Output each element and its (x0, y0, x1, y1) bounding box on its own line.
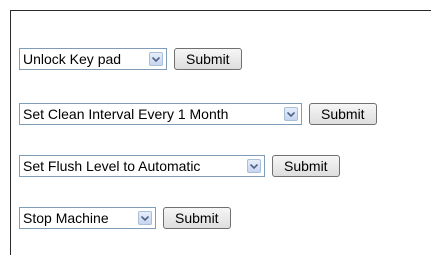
submit-button[interactable]: Submit (309, 103, 377, 125)
command-row-flush-level: Set Flush Level to Automatic Submit (19, 155, 340, 177)
submit-button[interactable]: Submit (174, 48, 242, 70)
chevron-down-icon[interactable] (149, 52, 163, 66)
panel-border-top (10, 10, 431, 11)
flush-level-select-value: Set Flush Level to Automatic (23, 158, 201, 174)
chevron-down-icon[interactable] (247, 159, 261, 173)
command-row-keypad: Unlock Key pad Submit (19, 48, 242, 70)
keypad-select[interactable]: Unlock Key pad (19, 48, 167, 70)
submit-button[interactable]: Submit (163, 207, 231, 229)
flush-level-select[interactable]: Set Flush Level to Automatic (19, 155, 265, 177)
chevron-down-icon[interactable] (284, 107, 298, 121)
keypad-select-value: Unlock Key pad (23, 51, 122, 67)
machine-state-select[interactable]: Stop Machine (19, 207, 156, 229)
panel-border-left (10, 10, 11, 255)
command-row-stop: Stop Machine Submit (19, 207, 231, 229)
clean-interval-select[interactable]: Set Clean Interval Every 1 Month (19, 103, 302, 125)
chevron-down-icon[interactable] (138, 211, 152, 225)
submit-button[interactable]: Submit (272, 155, 340, 177)
machine-state-select-value: Stop Machine (23, 210, 109, 226)
command-row-clean-interval: Set Clean Interval Every 1 Month Submit (19, 103, 377, 125)
clean-interval-select-value: Set Clean Interval Every 1 Month (23, 106, 229, 122)
command-panel: Unlock Key pad Submit Set Clean Interval… (0, 0, 431, 255)
